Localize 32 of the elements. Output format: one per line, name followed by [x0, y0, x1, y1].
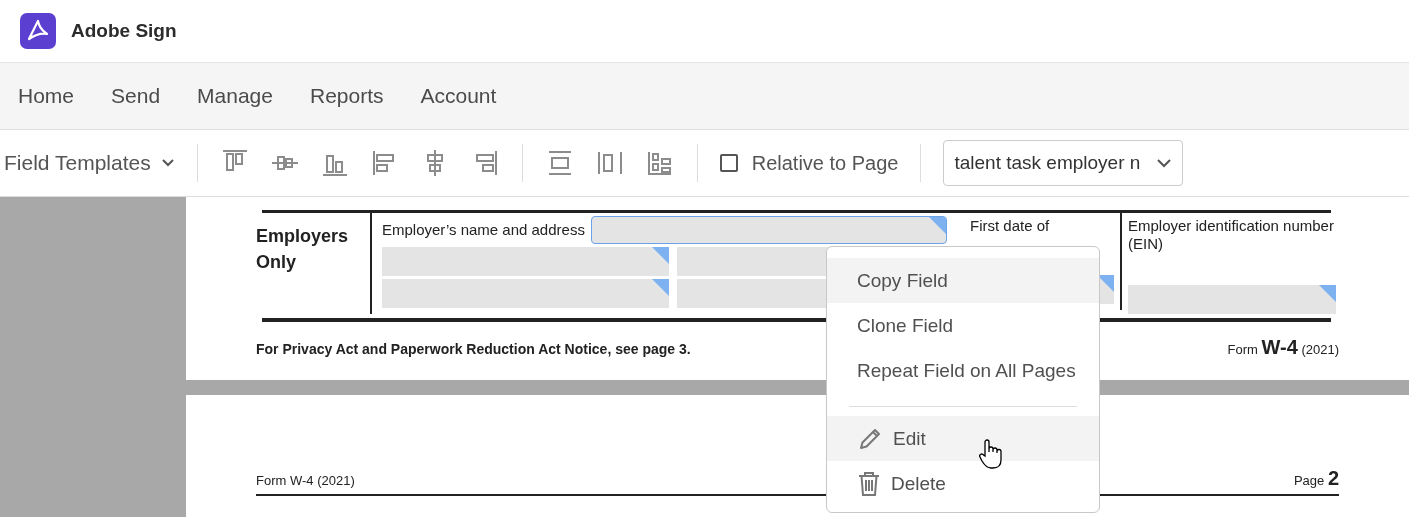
- section-title: Employers Only: [256, 225, 350, 274]
- nav-link[interactable]: Reports: [309, 84, 384, 108]
- form-field[interactable]: [1128, 285, 1336, 314]
- field-label: Employer identification number (EIN): [1128, 217, 1334, 253]
- form-reference: Form W-4 (2021): [256, 473, 355, 488]
- field-label: First date of: [970, 217, 1051, 235]
- hand-cursor-icon: [978, 438, 1004, 470]
- relative-to-page-checkbox[interactable]: Relative to Page: [719, 151, 899, 175]
- chevron-down-icon: [1156, 158, 1173, 168]
- menu-item[interactable]: Clone Field: [827, 303, 1099, 348]
- app-title: Adobe Sign: [71, 20, 177, 42]
- page-number: Page 2: [1293, 467, 1339, 490]
- nav-link[interactable]: Send: [111, 84, 161, 108]
- chevron-down-icon: [160, 158, 175, 168]
- form-name: Form W-4 (2021): [1227, 336, 1339, 359]
- trash-icon: [857, 470, 881, 497]
- nav-link[interactable]: Manage: [197, 84, 273, 108]
- field-label: Employer’s name and address: [382, 221, 585, 239]
- menu-item[interactable]: Copy Field: [827, 258, 1099, 303]
- nav-link[interactable]: Account: [420, 84, 497, 108]
- checkbox[interactable]: [719, 154, 738, 172]
- nav-link[interactable]: Home: [18, 84, 75, 108]
- field-templates-dropdown[interactable]: Field Templates: [4, 151, 175, 175]
- menu-item[interactable]: Repeat Field on All Pages: [827, 348, 1099, 393]
- form-field[interactable]: [590, 216, 947, 244]
- menu-item[interactable]: Delete: [827, 461, 1099, 506]
- form-field[interactable]: [382, 247, 669, 276]
- field-select-dropdown[interactable]: talent task employer n: [943, 140, 1184, 186]
- form-field[interactable]: [382, 279, 669, 308]
- privacy-notice: For Privacy Act and Paperwork Reduction Act Notice, see page 3.: [256, 341, 691, 357]
- menu-item[interactable]: Edit: [827, 416, 1099, 461]
- acrobat-logo-icon: [20, 13, 56, 49]
